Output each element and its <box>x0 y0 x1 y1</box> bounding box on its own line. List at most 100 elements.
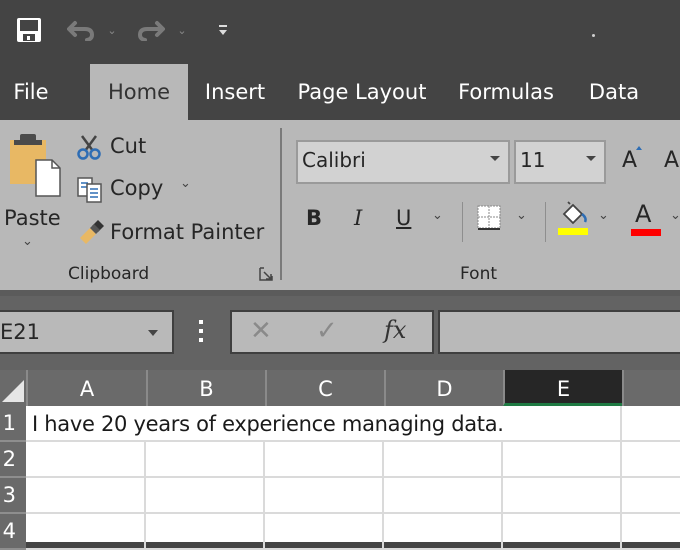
copy-button[interactable]: Copy ⌄ <box>74 174 204 204</box>
select-all-icon <box>2 380 24 402</box>
fill-color-dropdown-icon[interactable]: ⌄ <box>598 208 609 223</box>
cell-a3[interactable] <box>26 478 146 514</box>
formula-buttons: ✕ ✓ fx <box>230 310 434 354</box>
tab-insert[interactable]: Insert <box>198 64 272 120</box>
fill-color-button[interactable] <box>556 200 590 236</box>
cell-e4[interactable] <box>503 514 622 550</box>
select-all-button[interactable] <box>0 370 26 406</box>
tab-data[interactable]: Data <box>580 64 648 120</box>
grow-font-button[interactable]: A <box>620 146 644 176</box>
cut-label: Cut <box>110 134 147 158</box>
cancel-icon[interactable]: ✕ <box>250 316 272 346</box>
borders-icon <box>477 205 501 230</box>
cell-a1-text: I have 20 years of experience managing d… <box>32 412 504 436</box>
bold-button[interactable]: B <box>304 204 330 234</box>
font-size-combo[interactable]: 11 <box>514 140 606 184</box>
cell-a4[interactable] <box>26 514 146 550</box>
font-name-combo[interactable]: Calibri <box>296 140 510 184</box>
fill-color-swatch <box>558 228 588 235</box>
underline-dropdown-icon[interactable]: ⌄ <box>432 208 443 223</box>
font-color-dropdown-icon[interactable]: ⌄ <box>670 208 680 223</box>
cell-e2[interactable] <box>503 442 622 478</box>
italic-button[interactable]: I <box>350 204 376 234</box>
cell-f2[interactable] <box>622 442 680 478</box>
cell-c2[interactable] <box>265 442 384 478</box>
font-separator <box>545 202 546 242</box>
name-box[interactable]: E21 <box>0 310 174 354</box>
cell-f4[interactable] <box>622 514 680 550</box>
name-box-dropdown-icon[interactable] <box>148 330 158 336</box>
enter-icon[interactable]: ✓ <box>316 316 338 346</box>
column-header-f[interactable] <box>622 370 680 406</box>
undo-button[interactable] <box>66 14 96 46</box>
cell-e3[interactable] <box>503 478 622 514</box>
dialog-launcher-icon <box>259 267 273 281</box>
tab-formulas[interactable]: Formulas <box>452 64 560 120</box>
paste-dropdown-icon: ⌄ <box>22 234 33 249</box>
row-header-3[interactable]: 3 <box>0 478 26 514</box>
font-color-icon: A <box>635 200 652 228</box>
borders-button[interactable] <box>476 204 502 232</box>
formula-input[interactable] <box>438 310 680 354</box>
cell-f1[interactable] <box>622 406 680 442</box>
tab-file[interactable]: File <box>0 64 62 120</box>
undo-icon <box>67 21 95 41</box>
tab-page-layout[interactable]: Page Layout <box>292 64 432 120</box>
font-name-value: Calibri <box>302 148 366 172</box>
undo-dropdown[interactable]: ⌄ <box>104 14 120 46</box>
font-group-label: Font <box>460 264 498 284</box>
grow-arrow-icon <box>636 146 642 150</box>
quick-access-toolbar: ⌄ ⌄ <box>0 0 680 64</box>
bold-icon: B <box>306 206 323 230</box>
format-painter-icon <box>80 220 104 244</box>
font-color-button[interactable]: A <box>630 200 662 236</box>
scissors-icon <box>77 135 101 160</box>
clipboard-dialog-launcher[interactable] <box>258 266 274 282</box>
redo-button[interactable] <box>136 14 166 46</box>
cut-button[interactable]: Cut <box>74 132 154 160</box>
underline-button[interactable]: U <box>394 204 420 236</box>
cell-b4[interactable] <box>146 514 265 550</box>
ribbon: Paste ⌄ Cut Copy ⌄ Format Painter Clipbo… <box>0 120 680 290</box>
cell-b2[interactable] <box>146 442 265 478</box>
redo-dropdown[interactable]: ⌄ <box>174 14 190 46</box>
shrink-font-button[interactable]: A <box>660 148 680 176</box>
insert-function-icon[interactable]: fx <box>384 316 406 344</box>
title-dot <box>592 34 595 37</box>
group-separator <box>280 128 282 280</box>
cell-d3[interactable] <box>384 478 503 514</box>
row-header-1[interactable]: 1 <box>0 406 26 442</box>
copy-label: Copy <box>110 176 164 200</box>
cell-d2[interactable] <box>384 442 503 478</box>
format-painter-button[interactable]: Format Painter <box>74 218 264 248</box>
column-header-d[interactable]: D <box>384 370 503 406</box>
copy-dropdown-icon[interactable]: ⌄ <box>180 176 191 191</box>
paste-button[interactable]: Paste ⌄ <box>0 130 62 260</box>
column-header-e[interactable]: E <box>503 370 622 406</box>
cell-d4[interactable] <box>384 514 503 550</box>
cell-c4[interactable] <box>265 514 384 550</box>
row-header-4[interactable]: 4 <box>0 514 26 550</box>
tab-home[interactable]: Home <box>90 64 188 120</box>
paint-bucket-icon <box>558 201 588 235</box>
cell-c3[interactable] <box>265 478 384 514</box>
clipboard-group-label: Clipboard <box>68 264 150 284</box>
row-header-2[interactable]: 2 <box>0 442 26 478</box>
cell-a2[interactable] <box>26 442 146 478</box>
column-header-b[interactable]: B <box>146 370 265 406</box>
borders-dropdown-icon[interactable]: ⌄ <box>516 208 527 223</box>
grow-font-icon: A <box>622 148 638 173</box>
format-painter-label: Format Painter <box>110 220 265 244</box>
customize-qat-button[interactable] <box>214 14 232 46</box>
font-name-dropdown-icon[interactable] <box>490 156 500 161</box>
shrink-font-icon: A <box>664 148 680 173</box>
copy-icon <box>77 177 102 203</box>
save-button[interactable] <box>14 14 44 46</box>
cell-b3[interactable] <box>146 478 265 514</box>
cell-f3[interactable] <box>622 478 680 514</box>
font-size-dropdown-icon[interactable] <box>586 156 596 161</box>
column-header-a[interactable]: A <box>26 370 146 406</box>
column-header-c[interactable]: C <box>265 370 384 406</box>
formula-bar-resize-handle[interactable] <box>198 318 204 344</box>
font-color-swatch <box>631 229 661 236</box>
